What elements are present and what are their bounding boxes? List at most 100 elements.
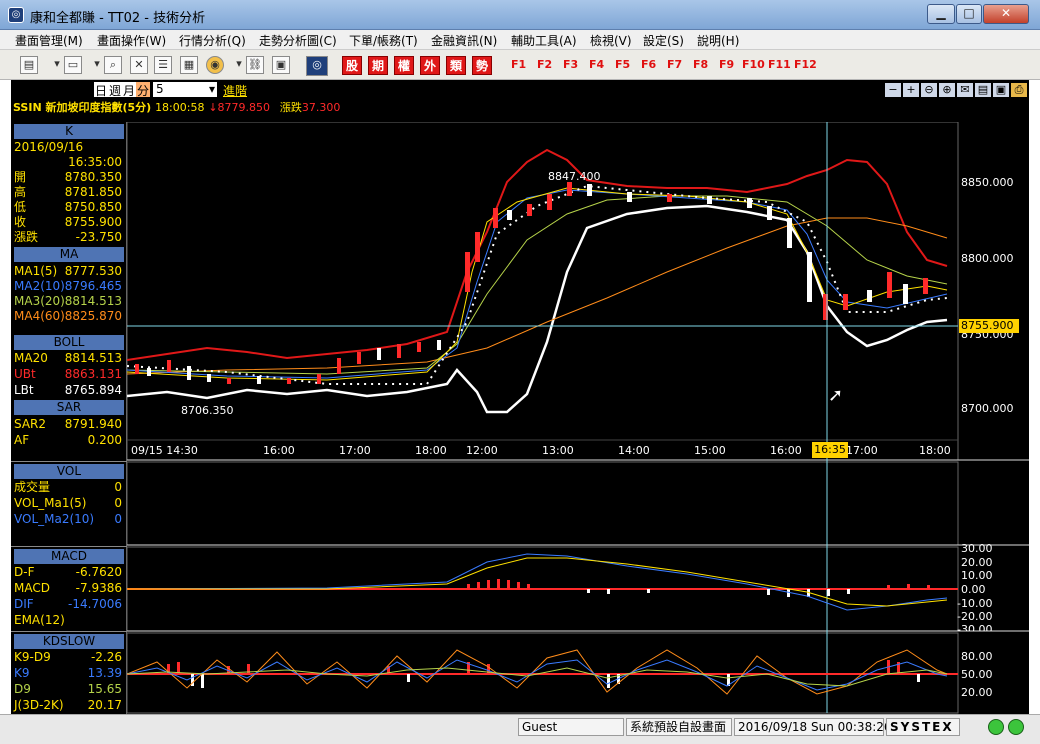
macd-axis-tick: -10.00 <box>957 597 993 610</box>
print-icon[interactable]: ⎙ <box>1011 83 1027 97</box>
change-label: 漲跌 <box>279 101 302 114</box>
menu-bar: 畫面管理(M) 畫面操作(W) 行情分析(Q) 走勢分析圖(C) 下單/帳務(T… <box>0 30 1040 50</box>
f4-button[interactable]: F4 <box>589 58 604 71</box>
menu-help[interactable]: 說明(H) <box>697 32 739 49</box>
macd-axis-tick: -30.00 <box>957 623 993 631</box>
search-icon[interactable]: ⌕ <box>104 56 122 74</box>
sector-button[interactable]: 類 <box>446 56 466 75</box>
message-icon[interactable]: ✉ <box>957 83 973 97</box>
x-tick: 18:00 <box>919 444 951 457</box>
layout-icon[interactable]: ▤ <box>20 56 38 74</box>
quote-price: ↓8779.850 <box>208 101 271 114</box>
link-icon[interactable]: ⛓ <box>246 56 264 74</box>
symbol: SSIN <box>13 101 42 114</box>
x-tick: 18:00 <box>415 444 447 457</box>
tab-day[interactable]: 日 <box>94 82 108 98</box>
toolbar: ▤ ▾ ▭ ▾ ⌕ ✕ ☰ ▦ ◉ ▾ ⛓ ▣ ◎ 股 期 權 外 類 勢 F1… <box>0 50 1040 80</box>
chart-icon[interactable]: ☰ <box>154 56 172 74</box>
tab-week[interactable]: 週 <box>108 82 122 98</box>
kd-d9-row: D9 15.65 <box>14 682 122 696</box>
f10-button[interactable]: F10 <box>742 58 765 71</box>
minimize-button[interactable]: ▁ <box>927 4 955 24</box>
zoom-in-icon[interactable]: + <box>903 83 919 97</box>
futures-button[interactable]: 期 <box>368 56 388 75</box>
k-date: 2016/09/16 <box>14 140 84 154</box>
f2-button[interactable]: F2 <box>537 58 552 71</box>
tab-minute[interactable]: 分 <box>136 82 150 98</box>
chevron-down-icon: ▾ <box>208 82 215 96</box>
kd-axis-tick: 20.00 <box>961 686 993 699</box>
status-screen: 系統預設自設畫面 <box>626 718 732 736</box>
interval-value: 5 <box>156 82 164 96</box>
f12-button[interactable]: F12 <box>794 58 817 71</box>
sar-dots <box>127 184 948 385</box>
f7-button[interactable]: F7 <box>667 58 682 71</box>
macd-axis-tick: 10.00 <box>961 569 993 582</box>
f8-button[interactable]: F8 <box>693 58 708 71</box>
status-brand: SYSTEX <box>886 718 960 736</box>
macd-signal-line <box>127 557 948 607</box>
trend-button[interactable]: 勢 <box>472 56 492 75</box>
foreign-button[interactable]: 外 <box>420 56 440 75</box>
menu-quote-analysis[interactable]: 行情分析(Q) <box>179 32 246 49</box>
menu-tools[interactable]: 輔助工具(A) <box>511 32 577 49</box>
x-tick: 13:00 <box>542 444 574 457</box>
magnify-plus-icon[interactable]: ⊕ <box>939 83 955 97</box>
menu-order-account[interactable]: 下單/帳務(T) <box>349 32 418 49</box>
macd-axis-tick: 20.00 <box>961 556 993 569</box>
k-open: 開 8780.350 <box>14 170 122 184</box>
title-bar: ◎ 康和全都賺 - TT02 - 技術分析 ▁ □ ✕ <box>0 0 1040 30</box>
kd-axis-tick: 50.00 <box>961 668 993 681</box>
menu-view[interactable]: 檢視(V) <box>590 32 632 49</box>
f1-button[interactable]: F1 <box>511 58 526 71</box>
grid-icon[interactable]: ▦ <box>180 56 198 74</box>
macd-dif-row: DIF -14.7006 <box>14 597 122 611</box>
menu-screen-operate[interactable]: 畫面操作(W) <box>97 32 166 49</box>
f11-button[interactable]: F11 <box>768 58 791 71</box>
k-time: 16:35:00 <box>68 155 122 169</box>
k-change: 漲跌 -23.750 <box>14 230 122 244</box>
window-icon[interactable]: ▣ <box>993 83 1009 97</box>
menu-trend-chart[interactable]: 走勢分析圖(C) <box>259 32 337 49</box>
options-button[interactable]: 權 <box>394 56 414 75</box>
macd-axis-tick: 0.00 <box>961 583 986 596</box>
close-window-icon[interactable]: ✕ <box>130 56 148 74</box>
stock-button[interactable]: 股 <box>342 56 362 75</box>
ma4-row: MA4(60) 8825.870 <box>14 309 122 323</box>
menu-screen-manage[interactable]: 畫面管理(M) <box>15 32 83 49</box>
monitor-icon[interactable]: ▭ <box>64 56 82 74</box>
x-tick: 15:00 <box>694 444 726 457</box>
boll-panel-head: BOLL <box>14 335 124 350</box>
advanced-link[interactable]: 進階 <box>223 82 247 99</box>
y-tick-8700: 8700.000 <box>961 402 1014 415</box>
quote-time: 18:00:58 <box>155 101 205 114</box>
vol-ma2-row: VOL_Ma2(10) 0 <box>14 512 122 526</box>
menu-financial-info[interactable]: 金融資訊(N) <box>431 32 497 49</box>
save-icon[interactable]: ▤ <box>975 83 991 97</box>
menu-settings[interactable]: 設定(S) <box>643 32 684 49</box>
boll-ubt-row: UBt 8863.131 <box>14 367 122 381</box>
sar-panel-head: SAR <box>14 400 124 415</box>
tab-month[interactable]: 月 <box>122 82 136 98</box>
connection-icon[interactable] <box>988 719 1004 735</box>
brand-icon[interactable]: ◎ <box>306 56 328 76</box>
f6-button[interactable]: F6 <box>641 58 656 71</box>
f5-button[interactable]: F5 <box>615 58 630 71</box>
zoom-out-icon[interactable]: − <box>885 83 901 97</box>
kd-k9-row: K9 13.39 <box>14 666 122 680</box>
f9-button[interactable]: F9 <box>719 58 734 71</box>
status-user: Guest <box>518 718 624 736</box>
window-icon[interactable]: ▣ <box>272 56 290 74</box>
globe-icon[interactable]: ◉ <box>206 56 224 74</box>
f3-button[interactable]: F3 <box>563 58 578 71</box>
server-status-icon[interactable] <box>1008 719 1024 735</box>
maximize-button[interactable]: □ <box>956 4 982 24</box>
vol-row: 成交量 0 <box>14 480 122 494</box>
magnify-minus-icon[interactable]: ⊖ <box>921 83 937 97</box>
chart-canvas[interactable] <box>127 122 1029 714</box>
y-tick-8850: 8850.000 <box>961 176 1014 189</box>
status-bar: Guest 系統預設自設畫面 2016/09/18 Sun 00:38:26 S… <box>0 714 1040 744</box>
interval-select[interactable]: 5 ▾ <box>153 82 217 97</box>
close-button[interactable]: ✕ <box>983 4 1029 24</box>
macd-df-row: D-F -6.7620 <box>14 565 122 579</box>
